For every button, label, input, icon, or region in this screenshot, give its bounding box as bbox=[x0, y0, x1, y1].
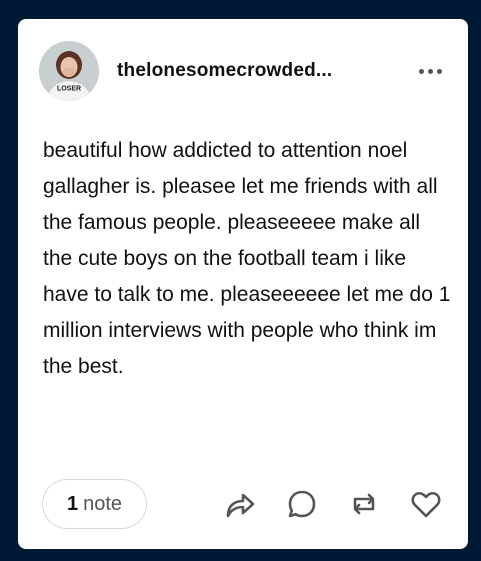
post-footer: 1 note bbox=[42, 478, 444, 530]
post-actions bbox=[222, 486, 444, 522]
share-icon[interactable] bbox=[222, 486, 258, 522]
avatar-shirt-text: LOSER bbox=[57, 86, 81, 93]
heart-icon[interactable] bbox=[408, 486, 444, 522]
avatar-image: LOSER bbox=[39, 41, 99, 101]
notes-count: 1 bbox=[67, 492, 79, 515]
post-body-text: beautiful how addicted to attention noel… bbox=[43, 139, 451, 378]
notes-label: note bbox=[83, 492, 123, 515]
notes-button[interactable]: 1 note bbox=[42, 479, 148, 529]
more-dot bbox=[437, 68, 442, 74]
more-options-icon[interactable] bbox=[417, 63, 444, 80]
reblog-icon[interactable] bbox=[346, 486, 382, 522]
more-dot bbox=[428, 68, 433, 74]
more-dot bbox=[419, 68, 424, 74]
reply-icon[interactable] bbox=[284, 486, 320, 522]
username[interactable]: thelonesomecrowded... bbox=[117, 60, 407, 82]
post-header: LOSER thelonesomecrowded... bbox=[39, 41, 444, 101]
avatar[interactable]: LOSER bbox=[39, 41, 99, 101]
post-card: LOSER thelonesomecrowded... beautiful ho… bbox=[18, 19, 468, 549]
